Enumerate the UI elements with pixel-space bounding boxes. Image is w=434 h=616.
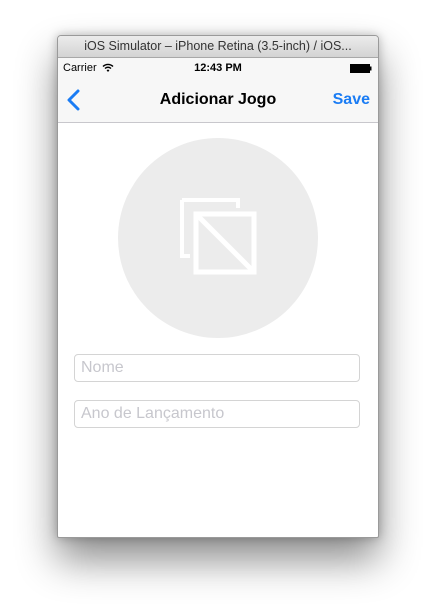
- page-title: Adicionar Jogo: [159, 91, 277, 108]
- image-placeholder-icon: [180, 198, 257, 275]
- simulator-window: iOS Simulator – iPhone Retina (3.5-inch)…: [57, 35, 379, 538]
- window-titlebar[interactable]: iOS Simulator – iPhone Retina (3.5-inch)…: [58, 36, 378, 58]
- navigation-bar: Adicionar Jogo Save: [58, 78, 378, 123]
- image-picker-button[interactable]: [118, 138, 318, 338]
- status-bar: Carrier 12:43 PM: [58, 58, 378, 78]
- name-field[interactable]: [74, 354, 360, 382]
- release-year-field[interactable]: [74, 400, 360, 428]
- battery-icon: [350, 64, 372, 73]
- form-content: [58, 123, 378, 537]
- status-time: 12:43 PM: [194, 62, 242, 74]
- stage: iOS Simulator – iPhone Retina (3.5-inch)…: [0, 0, 434, 616]
- save-button[interactable]: Save: [333, 78, 370, 122]
